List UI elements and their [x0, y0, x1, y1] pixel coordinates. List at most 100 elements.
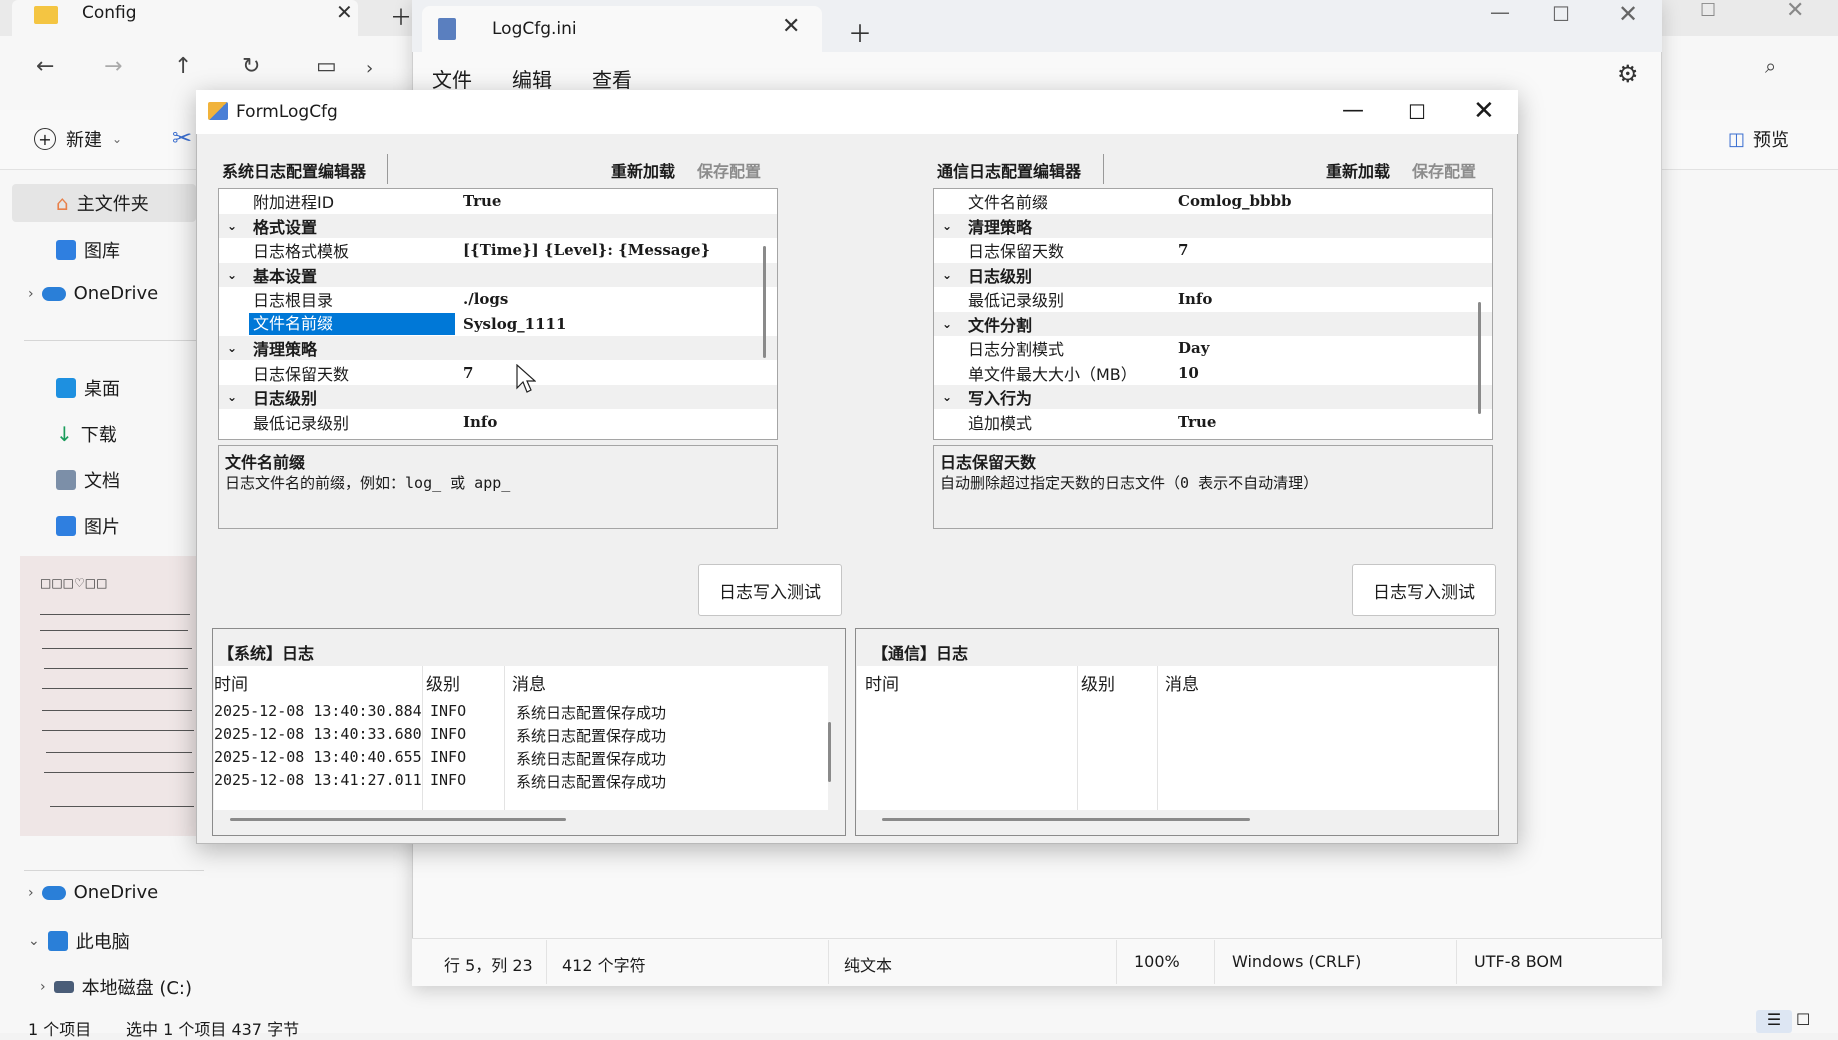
sidebar-item-pictures[interactable]: 图片: [56, 513, 120, 539]
sidebar-item-onedrive[interactable]: › OneDrive: [28, 283, 158, 304]
grid-property-value[interactable]: ./logs: [463, 290, 508, 308]
menu-file[interactable]: 文件: [432, 64, 472, 93]
grid-property-value[interactable]: Info: [463, 413, 497, 431]
grid-property-row[interactable]: 追加模式 True: [934, 410, 1492, 434]
line-ending[interactable]: Windows (CRLF): [1232, 952, 1361, 971]
maximize-icon[interactable]: ☐: [1700, 0, 1716, 21]
grid-property-row[interactable]: 日志分割模式 Day: [934, 336, 1492, 360]
grid-category[interactable]: ⌄ 清理策略: [934, 213, 1492, 238]
window-close-icon[interactable]: ✕: [1786, 0, 1804, 23]
grid-property-row[interactable]: 日志保留天数 7: [934, 238, 1492, 262]
grid-property-row[interactable]: 文件名前缀 Syslog_1111: [219, 312, 777, 336]
window-close-icon[interactable]: ✕: [1473, 96, 1495, 126]
sidebar-item-downloads[interactable]: ↓ 下载: [56, 421, 117, 447]
sidebar-item-desktop[interactable]: 桌面: [56, 375, 120, 401]
menu-edit[interactable]: 编辑: [512, 64, 552, 93]
close-icon[interactable]: ✕: [782, 14, 800, 39]
chevron-down-icon[interactable]: ⌄: [942, 219, 952, 233]
chevron-down-icon[interactable]: ⌄: [227, 219, 237, 233]
grid-property-value[interactable]: Day: [1178, 339, 1209, 357]
grid-category[interactable]: ⌄ 文件分割: [934, 311, 1492, 336]
sidebar-item-onedrive-2[interactable]: › OneDrive: [28, 882, 158, 903]
zoom-level[interactable]: 100%: [1134, 952, 1180, 971]
sidebar-item-this-pc[interactable]: ⌄ 此电脑: [28, 928, 130, 954]
log-column-header[interactable]: 消息: [512, 666, 546, 698]
new-button[interactable]: + 新建 ⌄: [34, 126, 122, 152]
right-log-test-button[interactable]: 日志写入测试: [1352, 564, 1496, 616]
sidebar-item-documents[interactable]: 文档: [56, 467, 120, 493]
system-log-hscrollbar[interactable]: [230, 818, 566, 821]
up-arrow-icon[interactable]: ↑: [174, 54, 192, 79]
chevron-down-icon[interactable]: ⌄: [942, 317, 952, 331]
left-log-test-button[interactable]: 日志写入测试: [698, 564, 842, 616]
details-view-icon[interactable]: ☰: [1756, 1010, 1792, 1033]
grid-category[interactable]: ⌄ 日志级别: [219, 385, 777, 409]
forward-arrow-icon[interactable]: →: [104, 54, 122, 79]
grid-property-row[interactable]: 日志保留天数 7: [219, 361, 777, 385]
window-close-icon[interactable]: ✕: [1618, 0, 1638, 28]
pc-icon[interactable]: ▭: [316, 54, 337, 79]
grid-property-value[interactable]: Syslog_1111: [463, 315, 566, 333]
maximize-icon[interactable]: ☐: [1552, 2, 1570, 26]
chevron-down-icon[interactable]: ⌄: [942, 390, 952, 404]
sidebar-item-local-disk[interactable]: › 本地磁盘 (C:): [40, 974, 192, 1000]
grid-category[interactable]: ⌄ 清理策略: [219, 336, 777, 360]
grid-property-row[interactable]: 单文件最大大小（MB） 10: [934, 361, 1492, 385]
chevron-down-icon[interactable]: ⌄: [227, 341, 237, 355]
grid-property-value[interactable]: True: [463, 192, 501, 210]
chevron-down-icon[interactable]: ⌄: [227, 268, 237, 282]
sidebar-item-gallery[interactable]: 图库: [56, 237, 120, 263]
grid-property-row[interactable]: 附加进程ID True: [219, 189, 777, 213]
comm-log-list[interactable]: 时间 级别 消息: [857, 666, 1497, 810]
grid-property-value[interactable]: [{Time}] {Level}: {Message}: [463, 241, 710, 259]
right-grid-scrollbar[interactable]: [1478, 302, 1481, 414]
system-log-vscrollbar[interactable]: [828, 722, 831, 782]
explorer-tab[interactable]: Config ✕: [12, 0, 358, 36]
tiles-view-icon[interactable]: ☐: [1796, 1010, 1810, 1029]
log-row[interactable]: 2025-12-08 13:40:33.680 INFO 系统日志配置保存成功: [214, 723, 828, 746]
right-save-button[interactable]: 保存配置: [1412, 158, 1476, 182]
sidebar-item-home[interactable]: ⌂ 主文件夹: [56, 190, 149, 216]
left-save-button[interactable]: 保存配置: [697, 158, 761, 182]
log-column-header[interactable]: 消息: [1165, 666, 1199, 698]
minimize-icon[interactable]: —: [1490, 0, 1510, 24]
log-column-header[interactable]: 级别: [1081, 666, 1115, 698]
grid-category[interactable]: ⌄ 格式设置: [219, 213, 777, 238]
new-tab-button[interactable]: ＋: [390, 0, 412, 32]
log-column-header[interactable]: 级别: [426, 666, 460, 698]
grid-property-value[interactable]: 10: [1178, 364, 1199, 382]
right-reload-button[interactable]: 重新加载: [1326, 158, 1390, 182]
preview-button[interactable]: ◫ 预览: [1728, 126, 1789, 152]
chevron-down-icon[interactable]: ⌄: [227, 390, 237, 404]
menu-view[interactable]: 查看: [592, 64, 632, 93]
grid-property-value[interactable]: 7: [1178, 241, 1188, 259]
left-property-grid[interactable]: 附加进程ID True ⌄ 格式设置 日志格式模板 [{Time}] {Level}: {…: [218, 188, 778, 440]
grid-category[interactable]: ⌄ 写入行为: [934, 385, 1492, 409]
log-row[interactable]: 2025-12-08 13:41:27.011 INFO 系统日志配置保存成功: [214, 769, 828, 792]
system-log-list[interactable]: 时间 级别 消息 2025-12-08 13:40:30.884 INFO 系统日志配置保…: [214, 666, 828, 810]
chevron-right-icon[interactable]: ›: [366, 58, 373, 79]
close-icon[interactable]: ✕: [336, 0, 353, 24]
gear-icon[interactable]: ⚙: [1617, 60, 1639, 88]
notepad-tab[interactable]: LogCfg.ini ✕: [422, 6, 822, 52]
encoding[interactable]: UTF-8 BOM: [1474, 952, 1563, 971]
scissors-icon[interactable]: ✂: [172, 124, 192, 152]
comm-log-hscrollbar[interactable]: [882, 818, 1250, 821]
grid-category[interactable]: ⌄ 基本设置: [219, 262, 777, 287]
log-column-header[interactable]: 时间: [865, 666, 899, 698]
grid-property-row[interactable]: 最低记录级别 Info: [219, 410, 777, 434]
minimize-icon[interactable]: —: [1342, 98, 1364, 123]
left-reload-button[interactable]: 重新加载: [611, 158, 675, 182]
refresh-icon[interactable]: ↻: [242, 54, 260, 79]
back-arrow-icon[interactable]: ←: [36, 54, 54, 79]
grid-property-value[interactable]: Comlog_bbbb: [1178, 192, 1291, 210]
search-icon[interactable]: ⌕: [1765, 54, 1776, 78]
grid-property-row[interactable]: 日志根目录 ./logs: [219, 287, 777, 311]
maximize-icon[interactable]: ☐: [1408, 100, 1426, 124]
grid-property-row[interactable]: 日志格式模板 [{Time}] {Level}: {Message}: [219, 238, 777, 262]
new-tab-button[interactable]: ＋: [848, 14, 872, 49]
log-row[interactable]: 2025-12-08 13:40:40.655 INFO 系统日志配置保存成功: [214, 746, 828, 769]
chevron-down-icon[interactable]: ⌄: [942, 268, 952, 282]
grid-property-value[interactable]: True: [1178, 413, 1216, 431]
right-property-grid[interactable]: 文件名前缀 Comlog_bbbb ⌄ 清理策略 日志保留天数 7 ⌄ 日志级别 最低记录级别 I…: [933, 188, 1493, 440]
